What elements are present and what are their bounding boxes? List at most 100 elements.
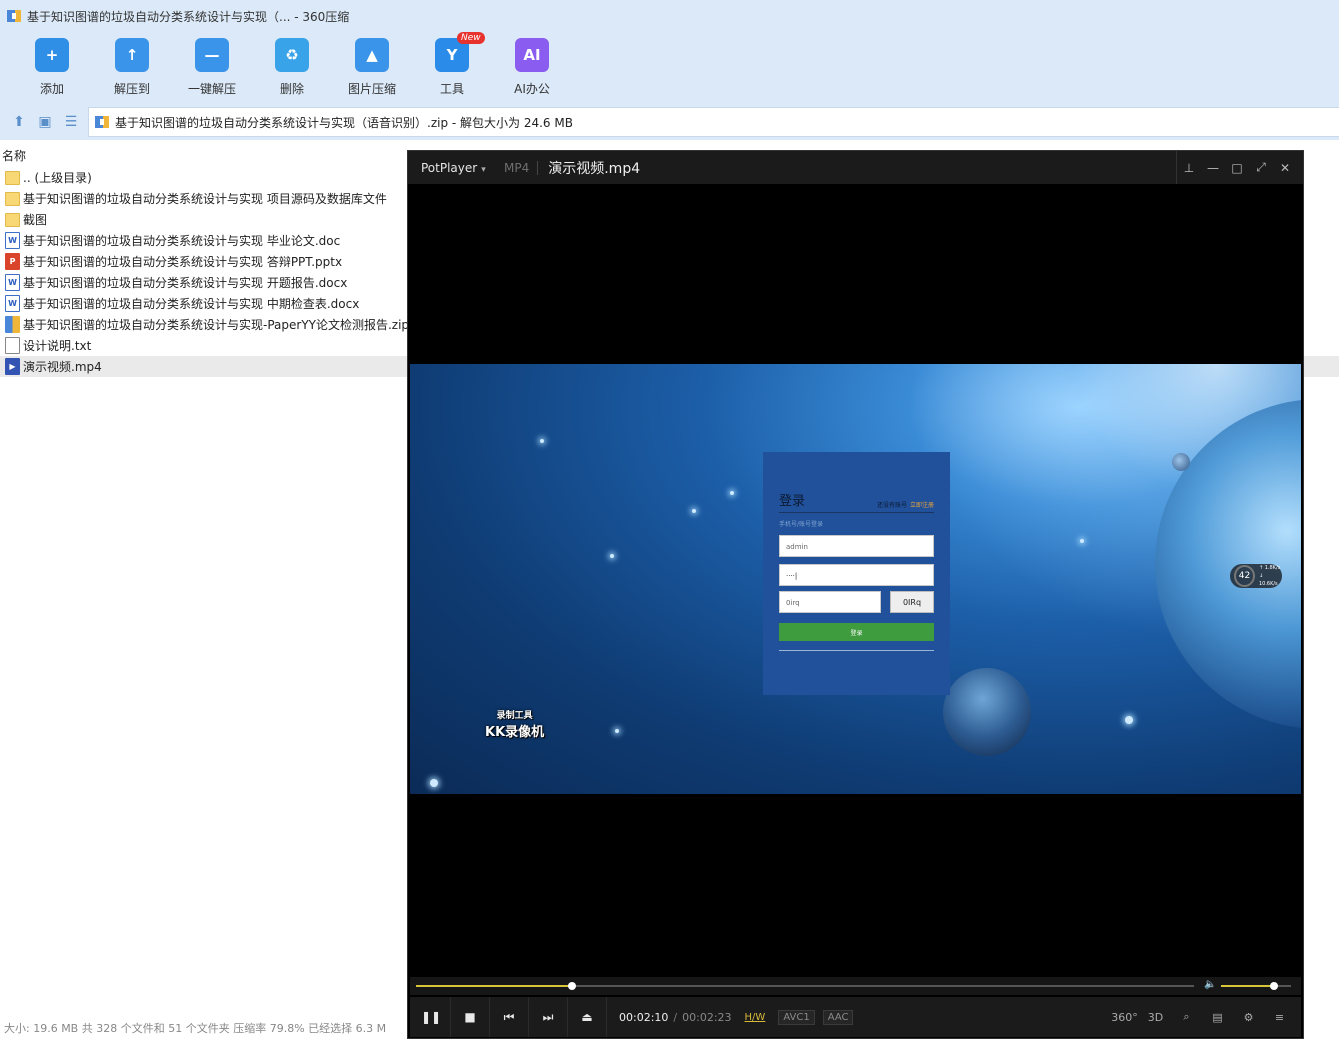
settings-gear-icon[interactable]: ⚙ bbox=[1233, 997, 1264, 1037]
net-speed: ↑ 1.8K/s ↓ 10.6K/s bbox=[1259, 564, 1282, 588]
captcha-image: 0IRq bbox=[890, 591, 934, 613]
download-speed: ↓ 10.6K/s bbox=[1258, 573, 1278, 587]
time-separator: / bbox=[673, 1010, 678, 1024]
ai-office-icon: AI bbox=[515, 38, 549, 72]
eject-icon[interactable]: ⏏ bbox=[568, 997, 607, 1037]
star bbox=[1125, 716, 1133, 724]
planet-small bbox=[943, 668, 1031, 756]
seek-handle[interactable] bbox=[567, 982, 576, 990]
ppt-file-icon: P bbox=[5, 253, 20, 270]
star bbox=[730, 491, 734, 495]
toolbar-button-ai-office[interactable]: AI AI办公 bbox=[492, 32, 572, 104]
file-name: 演示视频.mp4 bbox=[23, 360, 102, 374]
hw-decode-tag[interactable]: H/W bbox=[740, 1010, 771, 1025]
file-name: 基于知识图谱的垃圾自动分类系统设计与实现 答辩PPT.pptx bbox=[23, 255, 343, 269]
close-icon[interactable]: ✕ bbox=[1273, 151, 1297, 184]
file-name: 基于知识图谱的垃圾自动分类系统设计与实现 毕业论文.doc bbox=[23, 234, 341, 248]
pin-icon[interactable]: ⊥ bbox=[1177, 151, 1201, 184]
captcha-row: 0irq 0IRq bbox=[779, 591, 934, 613]
current-time: 00:02:10 bbox=[619, 1010, 669, 1024]
fullscreen-icon[interactable]: ⤢ bbox=[1249, 151, 1273, 184]
file-name: 基于知识图谱的垃圾自动分类系统设计与实现 中期检查表.docx bbox=[23, 297, 360, 311]
image-compress-icon: ▲ bbox=[355, 38, 389, 72]
next-icon[interactable]: ⏭ bbox=[529, 997, 568, 1037]
volume-icon[interactable]: 🔈 bbox=[1204, 979, 1216, 990]
volume-level bbox=[1221, 985, 1274, 987]
file-name: 设计说明.txt bbox=[23, 339, 92, 353]
player-brand: PotPlayer bbox=[421, 160, 478, 175]
maximize-icon[interactable]: □ bbox=[1225, 151, 1249, 184]
address-bar: ⬆ ▣ ☰ 基于知识图谱的垃圾自动分类系统设计与实现（语音识别）.zip - 解… bbox=[0, 104, 1339, 140]
toolbar-button-one-click-extract[interactable]: — 一键解压 bbox=[172, 32, 252, 104]
file-name: 基于知识图谱的垃圾自动分类系统设计与实现 开题报告.docx bbox=[23, 276, 348, 290]
3d-icon[interactable]: 3D bbox=[1140, 997, 1171, 1037]
toolbar-button-delete[interactable]: ♻ 删除 bbox=[252, 32, 332, 104]
path-text: 基于知识图谱的垃圾自动分类系统设计与实现（语音识别）.zip - 解包大小为 2… bbox=[115, 115, 573, 130]
menu-icon[interactable]: ≡ bbox=[1264, 997, 1295, 1037]
star bbox=[540, 439, 544, 443]
login-panel: 登录 还没有账号 立即注册 手机号/账号登录 admin ····| 0irq 0… bbox=[763, 452, 950, 695]
toolbar-label: 一键解压 bbox=[187, 82, 236, 96]
playlist-icon[interactable]: ▤ bbox=[1202, 997, 1233, 1037]
column-header-name[interactable]: 名称 bbox=[0, 146, 406, 166]
toolbar-button-extract-to[interactable]: ↑ 解压到 bbox=[92, 32, 172, 104]
player-right-controls: 360° 3D ⌕ ▤ ⚙ ≡ bbox=[1109, 997, 1301, 1037]
minimize-icon[interactable]: — bbox=[1201, 151, 1225, 184]
extract-to-icon: ↑ bbox=[115, 38, 149, 72]
divider bbox=[779, 650, 934, 651]
volume-slider[interactable] bbox=[1221, 982, 1291, 990]
doc-file-icon: W bbox=[5, 295, 20, 312]
add-icon: + bbox=[35, 38, 69, 72]
volume-handle[interactable] bbox=[1269, 982, 1278, 990]
video-codec-tag[interactable]: AVC1 bbox=[778, 1009, 815, 1025]
path-field[interactable]: 基于知识图谱的垃圾自动分类系统设计与实现（语音识别）.zip - 解包大小为 2… bbox=[88, 107, 1339, 137]
register-link: 立即注册 bbox=[909, 502, 934, 509]
player-window-buttons: ⊥ — □ ⤢ ✕ bbox=[1176, 151, 1303, 184]
toolbar-label: 删除 bbox=[279, 82, 304, 96]
login-button: 登录 bbox=[779, 623, 934, 641]
stop-icon[interactable]: ■ bbox=[451, 997, 490, 1037]
file-name: 基于知识图谱的垃圾自动分类系统设计与实现-PaperYY论文检测报告.zip bbox=[23, 318, 410, 332]
network-speed-widget: 42 ↑ 1.8K/s ↓ 10.6K/s bbox=[1230, 564, 1282, 588]
pause-icon[interactable]: ❚❚ bbox=[412, 997, 451, 1037]
search-list-icon[interactable]: ⌕ bbox=[1171, 997, 1202, 1037]
player-menu-button[interactable]: PotPlayer ▾ bbox=[408, 161, 496, 175]
toolbar-label: 添加 bbox=[39, 82, 64, 96]
duration: 00:02:23 bbox=[682, 1010, 732, 1024]
player-filename: 演示视频.mp4 bbox=[548, 160, 641, 177]
captcha-field: 0irq bbox=[779, 591, 881, 613]
up-arrow-icon[interactable]: ⬆ bbox=[6, 109, 32, 135]
vr-360-icon[interactable]: 360° bbox=[1109, 997, 1140, 1037]
video-frame[interactable]: 登录 还没有账号 立即注册 手机号/账号登录 admin ····| 0irq 0… bbox=[410, 364, 1301, 794]
player-title-bar: PotPlayer ▾ MP4 演示视频.mp4 ⊥ — □ ⤢ ✕ bbox=[408, 151, 1303, 184]
thumbnail-view-icon[interactable]: ▣ bbox=[32, 109, 58, 135]
zip-file-icon bbox=[5, 316, 20, 333]
mp4-file-icon: ▶ bbox=[5, 358, 20, 375]
zip-app-icon bbox=[6, 8, 22, 24]
txt-file-icon bbox=[5, 337, 20, 354]
new-badge: New bbox=[457, 32, 485, 44]
username-field: admin bbox=[779, 535, 934, 557]
folder-file-icon bbox=[5, 212, 20, 227]
toolbar-button-tools[interactable]: Y New 工具 bbox=[412, 32, 492, 104]
previous-icon[interactable]: ⏮ bbox=[490, 997, 529, 1037]
list-view-icon[interactable]: ☰ bbox=[58, 109, 84, 135]
login-title: 登录 bbox=[779, 494, 806, 509]
audio-codec-tag[interactable]: AAC bbox=[822, 1009, 854, 1025]
login-header: 登录 还没有账号 立即注册 bbox=[779, 490, 934, 513]
zip-title-bar: 基于知识图谱的垃圾自动分类系统设计与实现（... - 360压缩 bbox=[0, 0, 1339, 32]
doc-file-icon: W bbox=[5, 274, 20, 291]
star bbox=[430, 779, 438, 787]
toolbar-button-add[interactable]: + 添加 bbox=[12, 32, 92, 104]
cpu-percent: 42 bbox=[1234, 565, 1255, 587]
seek-bar[interactable] bbox=[416, 982, 1194, 990]
zip-toolbar: + 添加 ↑ 解压到 — 一键解压 ♻ 删除 ▲ 图片压缩 Y New 工具 AI AI办公 bbox=[0, 32, 1339, 104]
toolbar-button-image-compress[interactable]: ▲ 图片压缩 bbox=[332, 32, 412, 104]
file-name: 基于知识图谱的垃圾自动分类系统设计与实现 项目源码及数据库文件 bbox=[23, 192, 387, 206]
star bbox=[615, 729, 619, 733]
toolbar-label: 图片压缩 bbox=[347, 82, 396, 96]
moon bbox=[1172, 453, 1190, 471]
potplayer-window[interactable]: PotPlayer ▾ MP4 演示视频.mp4 ⊥ — □ ⤢ ✕ 登录 还没有… bbox=[407, 150, 1304, 1039]
folder-file-icon bbox=[5, 191, 20, 206]
password-field: ····| bbox=[779, 564, 934, 586]
